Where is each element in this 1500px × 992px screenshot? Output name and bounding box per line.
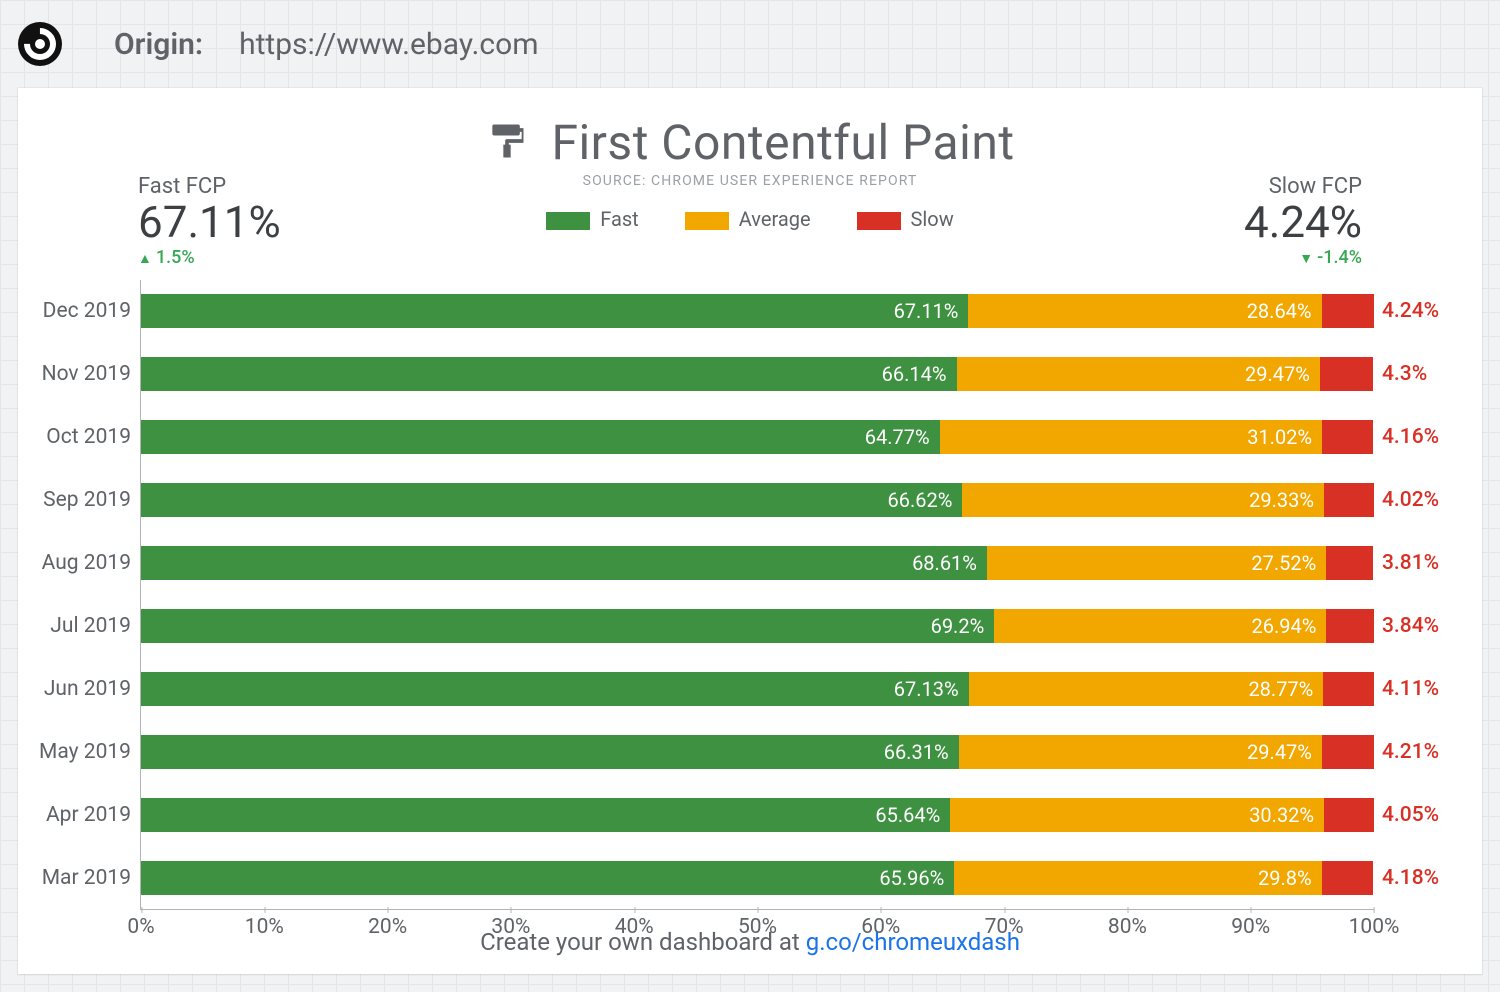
bar-segment-slow [1322,861,1374,895]
bar-segment-average: 26.94% [994,609,1326,643]
kpi-slow-delta: ▼-1.4% [1244,247,1362,268]
slow-value-label: 3.81% [1382,551,1478,575]
slow-value-label: 4.16% [1382,425,1478,449]
slow-value-label: 4.24% [1382,299,1478,323]
bar-segment-fast: 69.2% [141,609,994,643]
bar-row: May 201966.31%29.47%4.21% [141,735,1374,769]
swatch-fast-icon [546,212,590,230]
bar-segment-fast: 67.13% [141,672,969,706]
bar-segment-average: 29.47% [959,735,1322,769]
footer-text: Create your own dashboard at [480,928,806,956]
y-tick-label: Dec 2019 [25,299,131,323]
header-bar: Origin: https://www.ebay.com [0,0,1500,88]
paint-roller-icon [485,119,529,167]
bar-segment-average: 27.52% [987,546,1326,580]
bar-segment-slow [1322,294,1374,328]
bar-segment-average: 28.64% [968,294,1321,328]
arrow-up-icon: ▲ [138,251,152,267]
bar-segment-fast: 66.14% [141,357,957,391]
origin-label: Origin: [114,27,203,62]
y-tick-label: Sep 2019 [25,488,131,512]
bar-segment-average: 29.47% [957,357,1320,391]
bar-row: Apr 201965.64%30.32%4.05% [141,798,1374,832]
bar-segment-slow [1326,609,1373,643]
kpi-slow-value: 4.24% [1244,199,1362,245]
bar-segment-fast: 64.77% [141,420,940,454]
slow-value-label: 4.18% [1382,866,1478,890]
bar-row: Oct 201964.77%31.02%4.16% [141,420,1374,454]
bar-row: Jun 201967.13%28.77%4.11% [141,672,1374,706]
y-tick-label: Jun 2019 [25,677,131,701]
legend-fast: Fast [546,207,638,231]
bar-row: Mar 201965.96%29.8%4.18% [141,861,1374,895]
slow-value-label: 4.11% [1382,677,1478,701]
bar-segment-slow [1326,546,1373,580]
bar-segment-slow [1322,735,1374,769]
bar-segment-fast: 67.11% [141,294,968,328]
legend-slow: Slow [857,207,954,231]
slow-value-label: 4.3% [1382,362,1478,386]
bar-segment-average: 29.8% [954,861,1321,895]
bar-segment-average: 28.77% [969,672,1324,706]
swatch-average-icon [685,212,729,230]
y-tick-label: Jul 2019 [25,614,131,638]
footer: Create your own dashboard at g.co/chrome… [18,928,1482,956]
kpi-fast-delta: ▲1.5% [138,247,281,268]
bar-segment-average: 30.32% [950,798,1324,832]
bar-segment-fast: 66.31% [141,735,959,769]
slow-value-label: 4.02% [1382,488,1478,512]
bar-segment-slow [1320,357,1373,391]
bar-row: Jul 201969.2%26.94%3.84% [141,609,1374,643]
bar-row: Aug 201968.61%27.52%3.81% [141,546,1374,580]
kpi-slow: Slow FCP 4.24% ▼-1.4% [1244,174,1362,268]
y-tick-label: Nov 2019 [25,362,131,386]
slow-value-label: 3.84% [1382,614,1478,638]
slow-value-label: 4.05% [1382,803,1478,827]
y-tick-label: May 2019 [25,740,131,764]
chrome-icon [18,22,62,66]
swatch-slow-icon [857,212,901,230]
plot-area: 0%10%20%30%40%50%60%70%80%90%100% Dec 20… [18,280,1482,910]
bar-row: Nov 201966.14%29.47%4.3% [141,357,1374,391]
origin-url: https://www.ebay.com [239,27,538,62]
y-tick-label: Apr 2019 [25,803,131,827]
bar-row: Sep 201966.62%29.33%4.02% [141,483,1374,517]
slow-value-label: 4.21% [1382,740,1478,764]
bar-segment-slow [1324,798,1374,832]
bar-segment-average: 29.33% [962,483,1324,517]
bar-segment-fast: 66.62% [141,483,962,517]
bar-segment-slow [1324,483,1374,517]
bars-container: 0%10%20%30%40%50%60%70%80%90%100% Dec 20… [140,280,1374,910]
bar-segment-fast: 65.64% [141,798,950,832]
bar-segment-fast: 68.61% [141,546,987,580]
bar-segment-average: 31.02% [940,420,1322,454]
footer-link[interactable]: g.co/chromeuxdash [806,928,1020,956]
legend-average: Average [685,207,811,231]
bar-segment-slow [1322,420,1373,454]
y-tick-label: Oct 2019 [25,425,131,449]
chart-title: First Contentful Paint [551,114,1014,171]
kpi-fast-value: 67.11% [138,199,281,245]
y-tick-label: Aug 2019 [25,551,131,575]
arrow-down-icon: ▼ [1299,251,1313,267]
bar-row: Dec 201967.11%28.64%4.24% [141,294,1374,328]
kpi-fast: Fast FCP 67.11% ▲1.5% [138,174,281,268]
bar-segment-fast: 65.96% [141,861,954,895]
chart-panel: First Contentful Paint SOURCE: CHROME US… [18,88,1482,974]
bar-segment-slow [1323,672,1374,706]
y-tick-label: Mar 2019 [25,866,131,890]
